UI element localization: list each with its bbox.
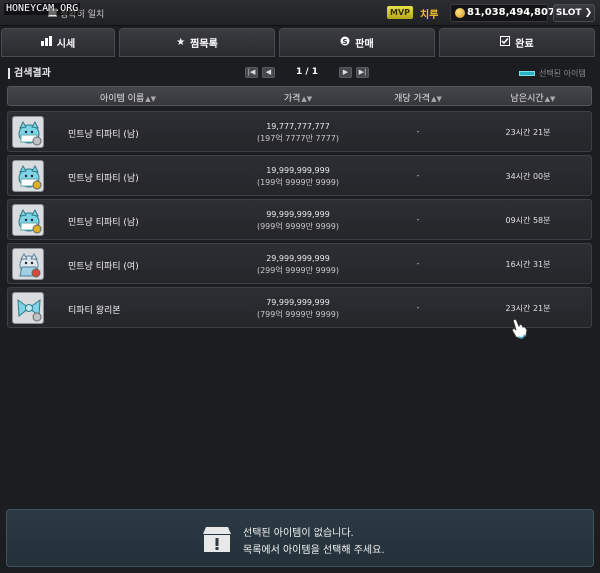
legend-swatch [519, 71, 535, 76]
ribbon-icon [12, 292, 44, 324]
table-row[interactable]: 민트냥 티파티 (여) 29,999,999,999 (299억 9999만 9… [7, 243, 592, 284]
tab-sell[interactable]: S 판매 [279, 28, 435, 57]
item-unit-price: - [416, 171, 420, 180]
sort-icon: ▲▼ [544, 95, 556, 103]
cat-tea-party-male-icon [12, 204, 44, 236]
slot-button[interactable]: SLOT ❯ [553, 4, 595, 22]
tab-bar: 시세 ★ 찜목록 S 판매 완료 [0, 28, 600, 58]
item-time-left: 34시간 00분 [505, 172, 551, 181]
cat-tea-party-male-icon [12, 116, 44, 148]
selection-detail-panel: 선택된 아이템이 없습니다. 목록에서 아이템을 선택해 주세요. [6, 509, 594, 567]
item-price-korean: (299억 9999만 9999) [256, 266, 340, 275]
tab-label: 시세 [56, 39, 76, 50]
item-unit-price: - [416, 303, 420, 312]
item-name: 티파티 왕리본 [68, 306, 121, 316]
column-header-name[interactable]: 아이템 이름▲▼ [68, 91, 188, 104]
item-unit-price: - [416, 215, 420, 224]
item-price: 29,999,999,999 [266, 254, 330, 263]
empty-box-icon [201, 524, 233, 557]
chevron-right-icon: ❯ [584, 8, 593, 18]
item-name: 민트냥 티파티 (여) [68, 262, 139, 272]
last-page-button[interactable]: ▶| [356, 67, 369, 78]
cat-tea-party-female-icon [12, 248, 44, 280]
watermark: HONEYCAM.ORG [4, 3, 81, 15]
slot-label: SLOT [555, 8, 582, 18]
item-time-left: 23시간 21분 [505, 304, 551, 313]
table-row[interactable]: 민트냥 티파티 (남) 99,999,999,999 (999억 9999만 9… [7, 199, 592, 240]
tab-market-price[interactable]: 시세 [1, 28, 115, 57]
item-price-korean: (199억 9999만 9999) [256, 178, 340, 187]
svg-text:S: S [343, 38, 348, 46]
item-price-korean: (197억 7777만 7777) [256, 134, 340, 143]
first-page-button[interactable]: |◀ [245, 67, 258, 78]
item-unit-price: - [416, 259, 420, 268]
sort-icon: ▲▼ [431, 95, 442, 103]
empty-selection-hint: 목록에서 아이템을 선택해 주세요. [243, 545, 385, 556]
item-unit-price: - [416, 127, 420, 136]
item-name: 민트냥 티파티 (남) [68, 218, 139, 228]
hand-cursor-icon [510, 318, 530, 343]
server-name: 치루 [420, 10, 439, 21]
results-title: 검색결과 [8, 68, 51, 79]
cat-tea-party-male-icon [12, 160, 44, 192]
item-price: 19,999,999,999 [266, 166, 330, 175]
star-icon: ★ [176, 37, 186, 48]
column-header-label: 아이템 이름 [99, 94, 145, 104]
item-price: 99,999,999,999 [266, 210, 330, 219]
prev-page-button[interactable]: ◀ [262, 67, 275, 78]
item-price-korean: (999억 9999만 9999) [256, 222, 340, 231]
item-name: 민트냥 티파티 (남) [68, 130, 139, 140]
next-page-button[interactable]: ▶ [339, 67, 352, 78]
item-time-left: 16시간 31분 [505, 260, 551, 269]
empty-selection-message: 선택된 아이템이 없습니다. [243, 528, 354, 539]
item-time-left: 09시간 58분 [505, 216, 551, 225]
check-icon [500, 36, 511, 49]
item-name: 민트냥 티파티 (남) [68, 174, 139, 184]
tab-completed[interactable]: 완료 [439, 28, 595, 57]
column-header-time-left[interactable]: 남은시간▲▼ [488, 91, 578, 104]
column-header-label: 가격 [283, 94, 301, 104]
page-indicator: 1 / 1 [295, 67, 319, 77]
column-header-label: 개당 가격 [394, 94, 431, 104]
tab-label: 완료 [515, 39, 534, 50]
table-row[interactable]: 민트냥 티파티 (남) 19,999,999,999 (199억 9999만 9… [7, 155, 592, 196]
sort-icon: ▲▼ [145, 95, 157, 103]
table-header: 아이템 이름▲▼ 가격▲▼ 개당 가격▲▼ 남은시간▲▼ [7, 86, 592, 106]
legend-label: 선택된 아이템 [539, 69, 586, 78]
tab-label: 판매 [355, 39, 374, 50]
meso-balance: 81,038,494,807 [450, 4, 555, 22]
sort-icon: ▲▼ [301, 95, 313, 103]
item-price-korean: (799억 9999만 9999) [256, 310, 340, 319]
table-row[interactable]: 민트냥 티파티 (남) 19,777,777,777 (197억 7777만 7… [7, 111, 592, 152]
mvp-badge: MVP [387, 6, 413, 19]
tab-wishlist[interactable]: ★ 찜목록 [119, 28, 275, 57]
bar-chart-icon [40, 36, 52, 49]
sell-icon: S [340, 36, 350, 49]
column-header-unit-price[interactable]: 개당 가격▲▼ [378, 91, 458, 104]
item-price: 19,777,777,777 [266, 122, 330, 131]
meso-amount: 81,038,494,807 [467, 7, 555, 18]
meso-coin-icon [455, 8, 465, 18]
tab-label: 찜목록 [190, 39, 218, 50]
column-header-label: 남은시간 [510, 94, 544, 104]
item-time-left: 23시간 21분 [505, 128, 551, 137]
table-row[interactable]: 티파티 왕리본 79,999,999,999 (799억 9999만 9999)… [7, 287, 592, 328]
column-header-price[interactable]: 가격▲▼ [258, 91, 338, 104]
top-bar: 정확히 일치 HONEYCAM.ORG MVP 치루 81,038,494,80… [0, 0, 600, 26]
item-price: 79,999,999,999 [266, 298, 330, 307]
